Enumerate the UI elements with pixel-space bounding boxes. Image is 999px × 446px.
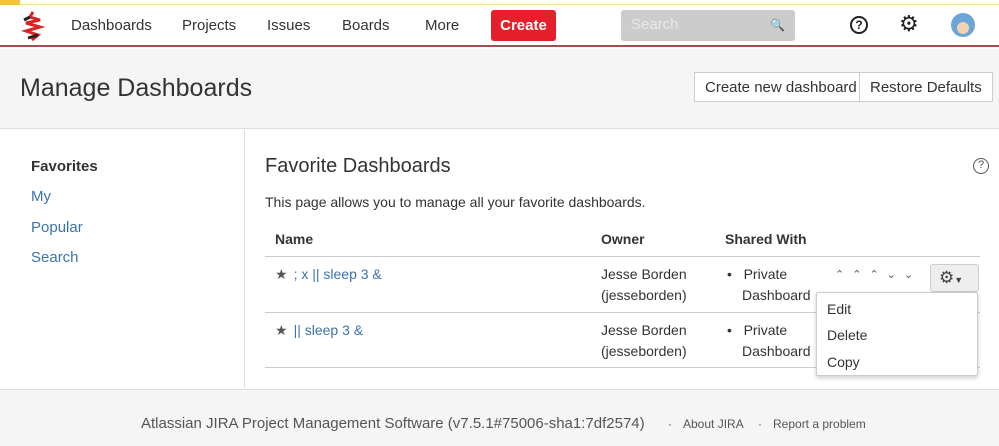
star-icon[interactable]: ★ xyxy=(275,322,288,338)
menu-item-edit[interactable]: Edit xyxy=(827,301,851,317)
settings-gear-icon[interactable]: ⚙ xyxy=(899,11,919,37)
sidebar-item-search[interactable]: Search xyxy=(31,249,79,266)
sidebar-item-favorites[interactable]: Favorites xyxy=(31,158,98,175)
search-icon: 🔍 xyxy=(770,18,785,32)
shared-with: • Private Dashboard xyxy=(727,264,811,306)
star-icon[interactable]: ★ xyxy=(275,266,288,282)
menu-item-delete[interactable]: Delete xyxy=(827,327,867,343)
section-title: Favorite Dashboards xyxy=(265,155,451,177)
move-top-icon: ⌃⌃ xyxy=(835,269,870,281)
move-bottom-icon: ⌄ xyxy=(903,269,922,281)
shared-with: • Private Dashboard xyxy=(727,320,811,362)
owner: Jesse Borden (jesseborden) xyxy=(601,264,687,306)
jira-logo-icon[interactable] xyxy=(20,11,46,41)
page-title: Manage Dashboards xyxy=(20,74,253,102)
create-button[interactable]: Create xyxy=(491,10,556,41)
row-actions-dropdown: Edit Delete Copy xyxy=(816,292,978,376)
search-input[interactable]: Search 🔍 xyxy=(621,10,795,41)
table-row-name[interactable]: ★ ; x || sleep 3 & xyxy=(275,264,382,285)
nav-projects[interactable]: Projects xyxy=(182,17,236,34)
row-actions-gear-button[interactable]: ⚙▼ xyxy=(930,264,979,292)
shared-value: Private xyxy=(743,322,788,338)
shared-value-2: Dashboard xyxy=(742,343,811,359)
owner: Jesse Borden (jesseborden) xyxy=(601,320,687,362)
footer: Atlassian JIRA Project Management Softwa… xyxy=(0,389,999,446)
sidebar-item-my[interactable]: My xyxy=(31,188,51,205)
dashboard-link[interactable]: || sleep 3 & xyxy=(294,322,364,338)
owner-name: Jesse Borden xyxy=(601,266,687,282)
owner-name: Jesse Borden xyxy=(601,322,687,338)
nav-dashboards[interactable]: Dashboards xyxy=(71,17,152,34)
nav-more[interactable]: More xyxy=(425,17,459,34)
sidebar: Favorites My Popular Search xyxy=(0,130,245,388)
menu-item-copy[interactable]: Copy xyxy=(827,354,860,370)
search-placeholder: Search xyxy=(631,16,679,33)
footer-version: Atlassian JIRA Project Management Softwa… xyxy=(141,415,645,432)
top-nav: Dashboards Projects Issues Boards More C… xyxy=(0,5,999,47)
divider xyxy=(265,256,980,257)
shared-value-2: Dashboard xyxy=(742,287,811,303)
move-down-icon: ⌄ xyxy=(886,269,904,281)
owner-username: (jesseborden) xyxy=(601,343,687,359)
restore-defaults-button[interactable]: Restore Defaults xyxy=(859,72,993,102)
help-icon[interactable]: ? xyxy=(973,158,989,174)
description: This page allows you to manage all your … xyxy=(265,194,646,210)
create-new-dashboard-button[interactable]: Create new dashboard xyxy=(694,72,868,102)
owner-username: (jesseborden) xyxy=(601,287,687,303)
column-owner[interactable]: Owner xyxy=(601,231,645,247)
column-name[interactable]: Name xyxy=(275,231,313,247)
user-avatar[interactable] xyxy=(951,13,975,37)
report-problem-link[interactable]: Report a problem xyxy=(773,417,866,431)
reorder-arrows[interactable]: ⌃⌃⌃⌄⌄ xyxy=(835,268,921,281)
sidebar-item-popular[interactable]: Popular xyxy=(31,219,83,236)
shared-value: Private xyxy=(743,266,788,282)
nav-issues[interactable]: Issues xyxy=(267,17,310,34)
help-icon[interactable]: ? xyxy=(850,16,868,34)
about-jira-link[interactable]: About JIRA xyxy=(683,417,744,431)
dashboard-link[interactable]: ; x || sleep 3 & xyxy=(294,266,382,282)
move-up-icon: ⌃ xyxy=(869,269,887,281)
nav-boards[interactable]: Boards xyxy=(342,17,390,34)
column-shared-with: Shared With xyxy=(725,231,807,247)
table-row-name[interactable]: ★ || sleep 3 & xyxy=(275,320,363,341)
page-header: Manage Dashboards Create new dashboard R… xyxy=(0,49,999,129)
